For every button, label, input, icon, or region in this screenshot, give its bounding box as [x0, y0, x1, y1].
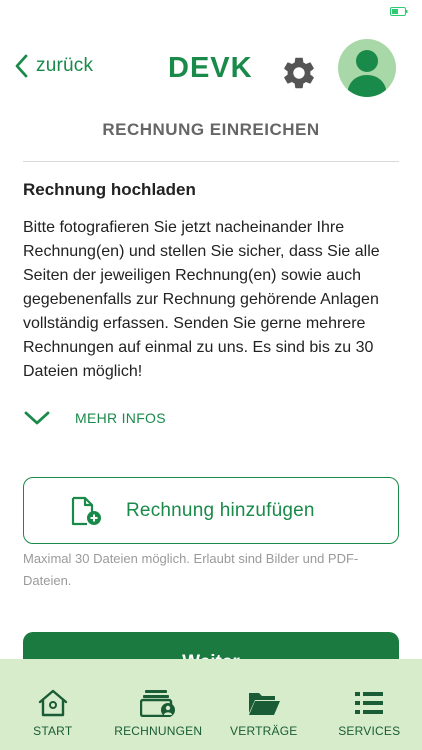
user-icon — [347, 50, 387, 97]
status-bar — [0, 0, 422, 24]
nav-label-vertraege: VERTRÄGE — [230, 724, 298, 738]
avatar[interactable] — [338, 39, 396, 97]
gear-icon[interactable] — [280, 54, 318, 92]
nav-label-services: SERVICES — [338, 724, 401, 738]
back-button[interactable]: zurück — [14, 54, 93, 78]
section-heading: Rechnung hochladen — [23, 180, 196, 199]
nav-item-vertraege[interactable]: VERTRÄGE — [211, 659, 317, 750]
add-file-icon — [71, 496, 101, 525]
chevron-down-icon — [24, 411, 50, 425]
nav-item-start[interactable]: START — [0, 659, 106, 750]
header: zurück DEVK — [0, 36, 422, 100]
bottom-navigation: START RECHNUNGEN VERTRÄGE SERVICES — [0, 659, 422, 750]
more-info-toggle[interactable]: MEHR INFOS — [23, 410, 166, 426]
divider — [23, 161, 399, 162]
battery-icon — [390, 7, 408, 16]
invoices-icon — [140, 690, 176, 717]
page-title: RECHNUNG EINREICHEN — [102, 120, 320, 139]
chevron-left-icon — [15, 54, 28, 78]
brand-logo: DEVK — [168, 52, 253, 84]
add-invoice-button[interactable]: Rechnung hinzufügen — [23, 477, 399, 544]
home-icon — [38, 689, 67, 717]
more-info-label: MEHR INFOS — [75, 410, 166, 426]
upload-hint: Maximal 30 Dateien möglich. Erlaubt sind… — [23, 551, 359, 588]
back-label: zurück — [36, 55, 94, 76]
add-invoice-label: Rechnung hinzufügen — [126, 499, 315, 521]
nav-label-rechnungen: RECHNUNGEN — [114, 724, 203, 738]
list-icon — [355, 692, 384, 714]
nav-label-start: START — [33, 724, 73, 738]
nav-item-rechnungen[interactable]: RECHNUNGEN — [106, 659, 212, 750]
nav-item-services[interactable]: SERVICES — [317, 659, 422, 750]
instructions-text: Bitte fotografieren Sie jetzt nacheinand… — [23, 219, 380, 380]
folder-icon — [248, 693, 280, 715]
